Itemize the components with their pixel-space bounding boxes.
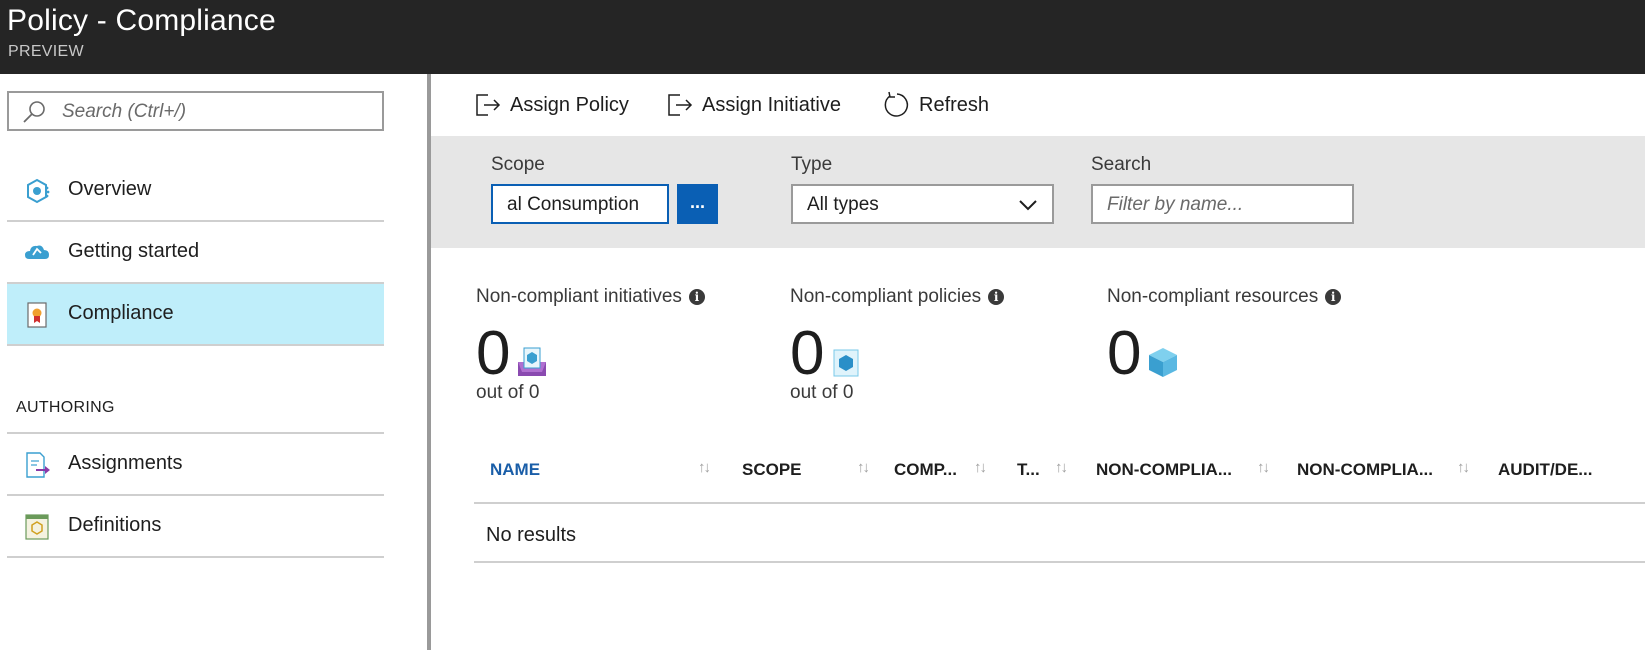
initiative-icon xyxy=(518,347,546,376)
info-icon[interactable]: i xyxy=(688,289,705,305)
sidebar-search-placeholder: Search (Ctrl+/) xyxy=(62,101,187,122)
scope-input[interactable]: al Consumption xyxy=(491,184,669,224)
sidebar-item-label: Getting started xyxy=(68,240,200,262)
preview-badge: PREVIEW xyxy=(8,43,84,60)
cube-icon xyxy=(1149,348,1177,377)
sidebar-item-label: Compliance xyxy=(68,302,174,324)
column-header-type[interactable]: T... xyxy=(1017,460,1040,480)
assign-policy-label: Assign Policy xyxy=(510,93,629,116)
card-count: 0 xyxy=(1107,319,1142,388)
assign-policy-button[interactable]: Assign Policy xyxy=(474,88,629,122)
sidebar-search-input[interactable]: Search (Ctrl+/) xyxy=(7,91,384,131)
sort-icon[interactable]: ↑↓ xyxy=(857,459,870,476)
card-outof: out of 0 xyxy=(476,382,540,403)
main-content: Assign Policy Assign Initiative Refresh … xyxy=(431,74,1645,650)
overview-icon xyxy=(27,178,50,204)
refresh-label: Refresh xyxy=(919,93,990,116)
scope-picker-button[interactable]: ... xyxy=(677,184,718,224)
command-bar: Assign Policy Assign Initiative Refresh xyxy=(431,74,1645,136)
sidebar-item-label: Assignments xyxy=(68,452,183,474)
assign-initiative-label: Assign Initiative xyxy=(702,93,841,116)
app-header: Policy - Compliance PREVIEW xyxy=(0,0,1645,74)
sort-icon[interactable]: ↑↓ xyxy=(698,459,711,476)
cloud-icon xyxy=(25,245,49,259)
column-header-compliance[interactable]: COMP... xyxy=(894,460,957,480)
column-header-name[interactable]: NAME xyxy=(490,460,540,480)
card-label-text: Non-compliant initiatives xyxy=(476,286,682,307)
sort-icon[interactable]: ↑↓ xyxy=(974,459,987,476)
page-title: Policy - Compliance xyxy=(7,4,276,37)
filter-by-name-input[interactable]: Filter by name... xyxy=(1091,184,1354,224)
card-noncompliant-initiatives: Non-compliant initiatives i 0 out of 0 xyxy=(476,286,806,416)
column-header-noncompliant-1[interactable]: NON-COMPLIA... xyxy=(1096,460,1232,480)
card-noncompliant-policies: Non-compliant policies i 0 out of 0 xyxy=(790,286,1120,416)
sort-icon[interactable]: ↑↓ xyxy=(1457,459,1470,476)
divider xyxy=(474,561,1645,563)
refresh-button[interactable]: Refresh xyxy=(881,88,989,122)
info-icon[interactable]: i xyxy=(1325,289,1342,305)
sidebar-item-overview[interactable]: Overview xyxy=(7,160,384,222)
sidebar-item-assignments[interactable]: Assignments xyxy=(7,434,384,496)
type-select[interactable]: All types xyxy=(791,184,1054,224)
definition-icon xyxy=(25,514,49,540)
card-label: Non-compliant policies i xyxy=(790,286,1005,308)
search-icon xyxy=(23,101,45,123)
sidebar-item-definitions[interactable]: Definitions xyxy=(7,496,384,558)
type-label: Type xyxy=(791,154,833,175)
info-icon[interactable]: i xyxy=(988,289,1005,305)
policy-icon xyxy=(833,349,859,377)
card-label: Non-compliant resources i xyxy=(1107,286,1342,308)
results-table-header: NAME ↑↓ SCOPE ↑↓ COMP... ↑↓ T... ↑↓ NON-… xyxy=(474,440,1645,504)
column-header-audit[interactable]: AUDIT/DE... xyxy=(1498,460,1592,480)
card-label-text: Non-compliant resources xyxy=(1107,286,1319,307)
sidebar-item-label: Overview xyxy=(68,178,152,200)
assign-icon xyxy=(668,94,693,116)
column-header-noncompliant-2[interactable]: NON-COMPLIA... xyxy=(1297,460,1433,480)
card-label-text: Non-compliant policies xyxy=(790,286,982,307)
section-authoring: AUTHORING xyxy=(16,399,115,416)
card-outof: out of 0 xyxy=(790,382,854,403)
sidebar: Search (Ctrl+/) Overview Getting started… xyxy=(0,74,428,650)
column-header-scope[interactable]: SCOPE xyxy=(742,460,802,480)
type-select-value: All types xyxy=(807,194,879,215)
refresh-icon xyxy=(884,91,909,117)
card-label: Non-compliant initiatives i xyxy=(476,286,705,308)
sort-icon[interactable]: ↑↓ xyxy=(1257,459,1270,476)
sidebar-item-label: Definitions xyxy=(68,514,162,536)
sidebar-item-compliance[interactable]: Compliance xyxy=(7,284,384,346)
assign-icon xyxy=(476,94,501,116)
assignment-icon xyxy=(26,452,50,478)
sidebar-item-getting-started[interactable]: Getting started xyxy=(7,222,384,284)
search-label: Search xyxy=(1091,154,1152,175)
certificate-icon xyxy=(27,302,47,328)
table-empty-message: No results xyxy=(486,524,577,546)
filter-placeholder: Filter by name... xyxy=(1107,194,1244,215)
assign-initiative-button[interactable]: Assign Initiative xyxy=(666,88,841,122)
scope-label: Scope xyxy=(491,154,545,175)
filter-bar: Scope al Consumption ... Type All types … xyxy=(431,136,1645,248)
chevron-down-icon xyxy=(1019,200,1037,211)
card-noncompliant-resources: Non-compliant resources i 0 xyxy=(1107,286,1437,416)
sort-icon[interactable]: ↑↓ xyxy=(1055,459,1068,476)
